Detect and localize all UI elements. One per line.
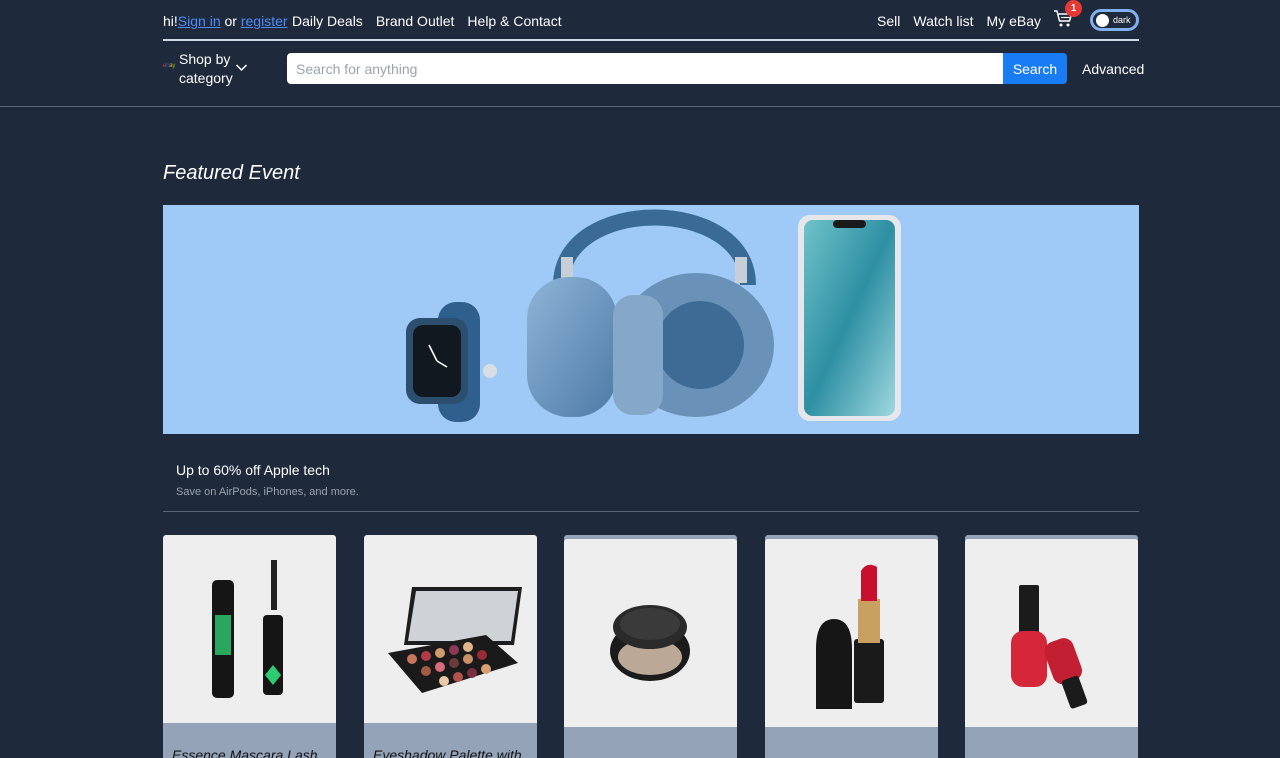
my-ebay-link[interactable]: My eBay [987, 13, 1041, 29]
featured-banner[interactable] [163, 205, 1139, 434]
ebay-logo[interactable]: ebay [163, 63, 175, 69]
product-card[interactable] [965, 535, 1138, 758]
product-image [364, 535, 537, 723]
featured-event-title: Featured Event [163, 162, 300, 184]
theme-toggle-label: dark [1113, 15, 1131, 25]
eyeshadow-palette-image [388, 587, 522, 693]
nail-polish-image [1011, 585, 1088, 709]
help-contact-link[interactable]: Help & Contact [467, 13, 561, 29]
promo-subtitle: Save on AirPods, iPhones, and more. [176, 486, 359, 498]
product-title[interactable]: Eyeshadow Palette with [373, 747, 522, 758]
nav-right: Sell Watch list My eBay [877, 13, 1041, 29]
banner-image [406, 209, 901, 422]
shop-by-category-button[interactable]: Shop by category [179, 50, 239, 88]
chevron-down-icon[interactable] [235, 61, 248, 74]
product-image [765, 539, 938, 727]
greeting-text: hi! [163, 13, 178, 29]
sell-link[interactable]: Sell [877, 13, 900, 29]
mascara-image [212, 560, 283, 698]
register-link[interactable]: register [241, 13, 288, 29]
product-card[interactable]: Eyeshadow Palette with [364, 535, 537, 758]
search-button[interactable]: Search [1003, 53, 1067, 84]
search-input[interactable] [287, 53, 1003, 84]
greeting: hi!Sign in or register [163, 13, 288, 29]
product-image [564, 539, 737, 727]
top-bar: hi!Sign in or register Daily Deals Brand… [163, 0, 1139, 41]
watch-list-link[interactable]: Watch list [913, 13, 973, 29]
product-card[interactable] [564, 535, 737, 758]
theme-toggle[interactable]: dark [1090, 9, 1139, 31]
product-image [163, 535, 336, 723]
product-image [965, 539, 1138, 727]
cart-count-badge: 1 [1065, 0, 1082, 17]
daily-deals-link[interactable]: Daily Deals [292, 13, 363, 29]
toggle-knob [1096, 13, 1109, 27]
powder-compact-image [610, 605, 690, 681]
brand-outlet-link[interactable]: Brand Outlet [376, 13, 455, 29]
apple-watch-image [406, 302, 497, 422]
lipstick-image [816, 564, 884, 709]
product-card[interactable] [765, 535, 938, 758]
promo-title[interactable]: Up to 60% off Apple tech [176, 462, 330, 478]
nav-left: Daily Deals Brand Outlet Help & Contact [292, 13, 562, 29]
or-text: or [224, 13, 237, 29]
section-divider [163, 511, 1139, 512]
sign-in-link[interactable]: Sign in [178, 13, 221, 29]
iphone-image [798, 215, 901, 421]
product-card[interactable]: Essence Mascara Lash [163, 535, 336, 758]
advanced-search-link[interactable]: Advanced [1082, 61, 1144, 77]
airpods-max-image [527, 209, 774, 417]
product-title[interactable]: Essence Mascara Lash [172, 747, 318, 758]
